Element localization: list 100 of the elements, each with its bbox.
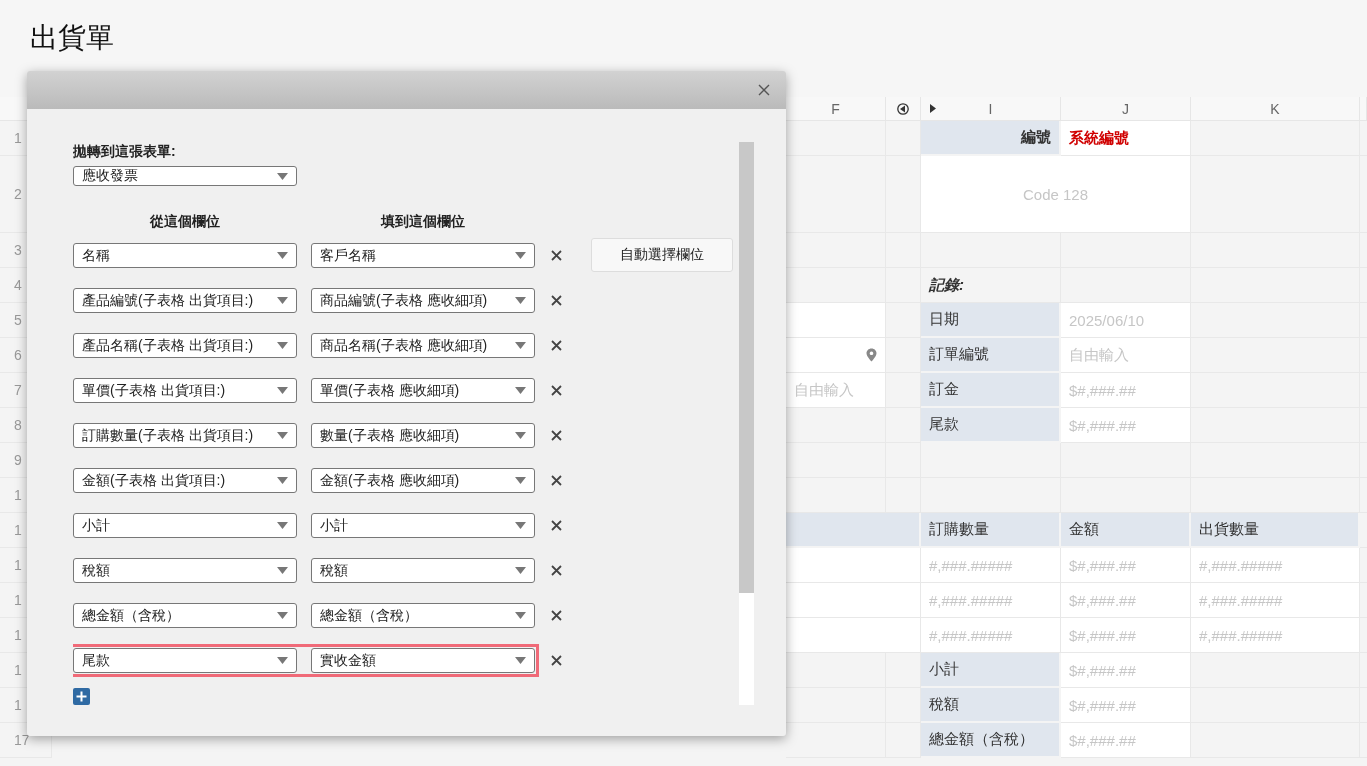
dropdown[interactable]: 單價(子表格 出貨項目:): [73, 378, 297, 403]
input-field[interactable]: $#,###.##: [1061, 548, 1191, 583]
caret-icon[interactable]: [515, 522, 526, 529]
caret-icon[interactable]: [515, 432, 526, 439]
column-header[interactable]: F: [786, 97, 886, 121]
input-field[interactable]: #,###.#####: [1191, 548, 1360, 583]
dropdown[interactable]: 數量(子表格 應收細項): [311, 423, 535, 448]
column-header: 出貨數量: [1191, 513, 1360, 548]
sheet-cell[interactable]: [786, 723, 886, 758]
column-header[interactable]: J: [1061, 97, 1191, 121]
input-field[interactable]: #,###.#####: [921, 583, 1061, 618]
location-pin-icon[interactable]: [866, 348, 877, 362]
dropdown[interactable]: 尾款: [73, 648, 297, 673]
field-value: 系統編號: [1061, 121, 1191, 156]
dropdown[interactable]: 金額(子表格 應收細項): [311, 468, 535, 493]
input-field[interactable]: #,###.#####: [921, 618, 1061, 653]
caret-icon[interactable]: [277, 567, 288, 574]
dropdown[interactable]: 稅額: [73, 558, 297, 583]
dropdown[interactable]: 總金額（含稅）: [311, 603, 535, 628]
caret-icon[interactable]: [277, 477, 288, 484]
caret-icon[interactable]: [277, 612, 288, 619]
caret-icon[interactable]: [515, 387, 526, 394]
field-label: 小計: [921, 653, 1061, 688]
remove-icon[interactable]: [551, 655, 562, 666]
remove-icon[interactable]: [551, 295, 562, 306]
scrollbar-thumb[interactable]: [739, 142, 754, 593]
input-field[interactable]: $#,###.##: [1061, 618, 1191, 653]
input-field[interactable]: $#,###.##: [1061, 373, 1191, 408]
dropdown[interactable]: 產品編號(子表格 出貨項目:): [73, 288, 297, 313]
column-header[interactable]: [886, 97, 921, 121]
caret-icon[interactable]: [277, 387, 288, 394]
dropdown[interactable]: 產品名稱(子表格 出貨項目:): [73, 333, 297, 358]
caret-icon[interactable]: [277, 252, 288, 259]
input-field[interactable]: [786, 338, 886, 373]
remove-icon[interactable]: [551, 610, 562, 621]
scrollbar[interactable]: [739, 142, 754, 705]
column-header: 訂購數量: [921, 513, 1061, 548]
barcode-field[interactable]: Code 128: [921, 156, 1191, 233]
input-field[interactable]: #,###.#####: [1191, 583, 1360, 618]
field-label: 總金額（含稅）: [921, 723, 1061, 758]
dropdown[interactable]: 總金額（含稅）: [73, 603, 297, 628]
remove-icon[interactable]: [551, 340, 562, 351]
expand-icon[interactable]: [929, 103, 937, 114]
caret-icon[interactable]: [277, 432, 288, 439]
input-field[interactable]: [786, 303, 886, 338]
caret-icon[interactable]: [277, 657, 288, 664]
column-header[interactable]: K: [1191, 97, 1360, 121]
dropdown[interactable]: 稅額: [311, 558, 535, 583]
dropdown[interactable]: 客戶名稱: [311, 243, 535, 268]
dropdown[interactable]: 商品名稱(子表格 應收細項): [311, 333, 535, 358]
remove-icon[interactable]: [551, 475, 562, 486]
caret-icon[interactable]: [277, 172, 288, 180]
dropdown[interactable]: 應收發票: [73, 166, 297, 186]
remove-icon[interactable]: [551, 430, 562, 441]
field-label: 稅額: [921, 688, 1061, 723]
caret-icon[interactable]: [277, 342, 288, 349]
sheet-cell[interactable]: [1191, 121, 1360, 156]
caret-icon[interactable]: [515, 252, 526, 259]
remove-icon[interactable]: [551, 250, 562, 261]
auto-select-button[interactable]: 自動選擇欄位: [591, 238, 733, 272]
input-field[interactable]: $#,###.##: [1061, 408, 1191, 443]
dropdown[interactable]: 小計: [73, 513, 297, 538]
close-icon[interactable]: [758, 84, 770, 96]
add-button[interactable]: [73, 688, 90, 705]
caret-icon[interactable]: [277, 522, 288, 529]
page-title: 出貨單: [30, 21, 114, 55]
input-field[interactable]: [786, 548, 921, 583]
input-field[interactable]: #,###.#####: [1191, 618, 1360, 653]
caret-icon[interactable]: [515, 612, 526, 619]
caret-icon[interactable]: [515, 657, 526, 664]
caret-icon[interactable]: [515, 342, 526, 349]
caret-icon[interactable]: [277, 297, 288, 304]
dropdown[interactable]: 名稱: [73, 243, 297, 268]
collapse-icon[interactable]: [897, 102, 909, 115]
input-field[interactable]: $#,###.##: [1061, 583, 1191, 618]
input-field[interactable]: #,###.#####: [921, 548, 1061, 583]
field-label: 編號: [921, 121, 1061, 156]
remove-icon[interactable]: [551, 520, 562, 531]
column-header[interactable]: I: [921, 97, 1061, 121]
dropdown[interactable]: 金額(子表格 出貨項目:): [73, 468, 297, 493]
input-field[interactable]: [786, 618, 921, 653]
dropdown[interactable]: 單價(子表格 應收細項): [311, 378, 535, 403]
remove-icon[interactable]: [551, 385, 562, 396]
dropdown[interactable]: 訂購數量(子表格 出貨項目:): [73, 423, 297, 448]
dropdown[interactable]: 實收金額: [311, 648, 535, 673]
column-heading: 從這個欄位: [149, 212, 221, 230]
input-field[interactable]: $#,###.##: [1061, 688, 1191, 723]
dropdown[interactable]: 小計: [311, 513, 535, 538]
caret-icon[interactable]: [515, 297, 526, 304]
sheet-cell[interactable]: [886, 268, 921, 303]
dropdown[interactable]: 商品編號(子表格 應收細項): [311, 288, 535, 313]
input-field[interactable]: $#,###.##: [1061, 653, 1191, 688]
caret-icon[interactable]: [515, 477, 526, 484]
caret-icon[interactable]: [515, 567, 526, 574]
input-field[interactable]: [786, 583, 921, 618]
field-label: 日期: [921, 303, 1061, 338]
input-field[interactable]: 2025/06/10: [1061, 303, 1191, 338]
remove-icon[interactable]: [551, 565, 562, 576]
form-label: 拋轉到這張表單:: [73, 142, 176, 160]
input-field[interactable]: $#,###.##: [1061, 723, 1191, 758]
